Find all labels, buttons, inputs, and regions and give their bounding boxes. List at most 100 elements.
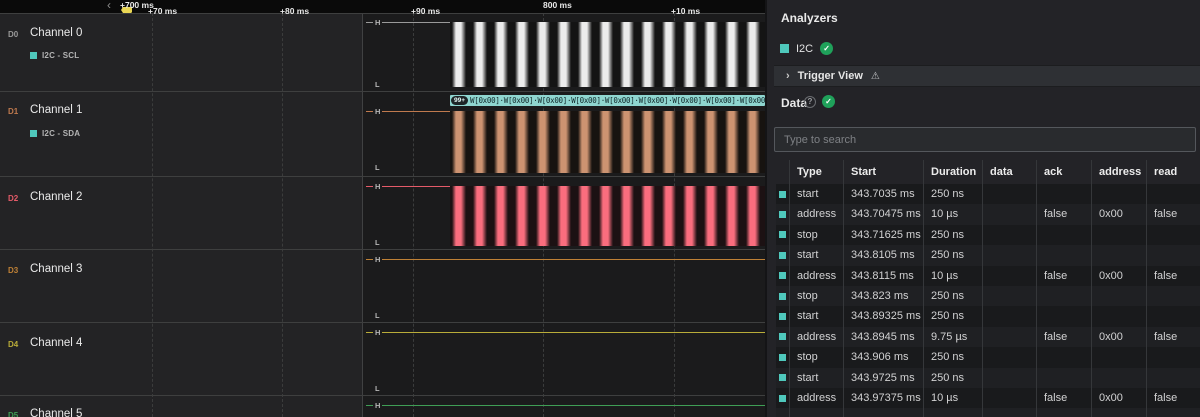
cell-start: 343.906 ms	[844, 347, 924, 367]
cell-ack: false	[1037, 266, 1092, 286]
high-level-marker: H	[373, 182, 382, 191]
channel-row-4[interactable]: D4 Channel 4 H L	[0, 322, 765, 395]
header-icon-column	[776, 160, 790, 184]
cell-address	[1092, 408, 1147, 417]
table-row[interactable]: start343.89325 ms250 ns	[776, 306, 1200, 326]
cell-ack	[1037, 368, 1092, 388]
table-row[interactable]: stop343.823 ms250 ns	[776, 286, 1200, 306]
help-icon[interactable]: ?	[804, 96, 816, 108]
cell-read: false	[1147, 327, 1200, 347]
channel-name[interactable]: Channel 0	[30, 27, 82, 39]
cell-address: 0x00	[1092, 388, 1147, 408]
channel-row-3[interactable]: D3 Channel 3 H L	[0, 249, 765, 322]
channel-name[interactable]: Channel 1	[30, 104, 82, 116]
cell-read	[1147, 306, 1200, 326]
annotation-text: W[0x00]·W[0x00]·W[0x00]·W[0x00]·W[0x00]·…	[470, 96, 765, 105]
cell-type: address	[790, 388, 844, 408]
row-icon-cell	[776, 347, 790, 367]
channel-name[interactable]: Channel 4	[30, 337, 82, 349]
cell-ack	[1037, 225, 1092, 245]
cell-duration: 250 ns	[924, 286, 983, 306]
analyzer-tag-label: I2C - SDA	[42, 129, 80, 138]
cell-read: false	[1147, 266, 1200, 286]
channel-row-5[interactable]: D5 Channel 5 H	[0, 395, 765, 417]
cell-ack: false	[1037, 388, 1092, 408]
analyzer-tag-label: I2C - SCL	[42, 51, 79, 60]
channel-row-0[interactable]: D0 Channel 0 I2C - SCL H L	[0, 13, 765, 91]
cell-start: 343.9725 ms	[844, 368, 924, 388]
cell-type: address	[790, 204, 844, 224]
col-type: Type	[790, 160, 844, 184]
row-color-chip	[779, 231, 786, 238]
channel-name[interactable]: Channel 5	[30, 408, 82, 417]
channel-id: D1	[8, 107, 18, 116]
table-row[interactable]: address343.97375 ms10 µsfalse0x00false	[776, 388, 1200, 408]
analyzers-panel: Analyzers I2C ✓ › Trigger View ⚠ Data ? …	[765, 0, 1200, 417]
table-row[interactable]: address343.8945 ms9.75 µsfalse0x00false	[776, 327, 1200, 347]
cell-type: stop	[790, 347, 844, 367]
cell-type: address	[790, 327, 844, 347]
table-row[interactable]: stop343.906 ms250 ns	[776, 347, 1200, 367]
ruler-tick-label: +70 ms	[148, 6, 177, 16]
ruler-tick-label: 800 ms	[543, 0, 572, 10]
search-input[interactable]	[774, 127, 1196, 152]
signal-high-line	[366, 332, 765, 333]
cell-type	[790, 408, 844, 417]
cell-ack: false	[1037, 204, 1092, 224]
cell-address: 0x00	[1092, 266, 1147, 286]
analyzer-tag[interactable]: I2C - SCL	[30, 51, 79, 60]
row-icon-cell	[776, 388, 790, 408]
cell-address	[1092, 225, 1147, 245]
cell-start: 343.97375 ms	[844, 388, 924, 408]
cell-address	[1092, 368, 1147, 388]
table-row[interactable]	[776, 408, 1200, 417]
cell-type: stop	[790, 286, 844, 306]
waveform-section[interactable]: ‹ +700 ms800 ms +70 ms+80 ms+90 ms+10 ms…	[0, 0, 765, 417]
col-data: data	[983, 160, 1037, 184]
high-level-marker: H	[373, 18, 382, 27]
cell-data	[983, 368, 1037, 388]
signal-high-line	[366, 405, 765, 406]
cell-duration: 10 µs	[924, 204, 983, 224]
high-level-marker: H	[373, 107, 382, 116]
collapse-panel-icon[interactable]: ‹	[107, 0, 111, 12]
table-row[interactable]: address343.8115 ms10 µsfalse0x00false	[776, 266, 1200, 286]
timeline-ruler[interactable]: ‹ +700 ms800 ms +70 ms+80 ms+90 ms+10 ms	[0, 0, 765, 13]
row-icon-cell	[776, 225, 790, 245]
col-duration: Duration	[924, 160, 983, 184]
table-row[interactable]: start343.8105 ms250 ns	[776, 245, 1200, 265]
data-section-icons: ? ✓	[804, 95, 835, 108]
cell-type: start	[790, 306, 844, 326]
cell-address: 0x00	[1092, 204, 1147, 224]
cell-read	[1147, 225, 1200, 245]
row-color-chip	[779, 333, 786, 340]
cell-data	[983, 388, 1037, 408]
cell-type: start	[790, 245, 844, 265]
channel-row-2[interactable]: D2 Channel 2 H L	[0, 176, 765, 249]
row-icon-cell	[776, 306, 790, 326]
analyzer-item-i2c[interactable]: I2C ✓	[780, 42, 833, 55]
i2c-annotation-bar[interactable]: 99+ W[0x00]·W[0x00]·W[0x00]·W[0x00]·W[0x…	[450, 95, 765, 106]
channel-name[interactable]: Channel 3	[30, 263, 82, 275]
channel-name[interactable]: Channel 2	[30, 191, 82, 203]
cell-ack: false	[1037, 327, 1092, 347]
cell-start: 343.823 ms	[844, 286, 924, 306]
cell-start: 343.8945 ms	[844, 327, 924, 347]
cell-ack	[1037, 306, 1092, 326]
row-icon-cell	[776, 368, 790, 388]
analyzers-title: Analyzers	[781, 11, 838, 25]
cell-ack	[1037, 286, 1092, 306]
cell-data	[983, 347, 1037, 367]
row-icon-cell	[776, 408, 790, 417]
high-level-marker: H	[373, 255, 382, 264]
analyzer-tag[interactable]: I2C - SDA	[30, 129, 80, 138]
table-row[interactable]: start343.9725 ms250 ns	[776, 368, 1200, 388]
table-row[interactable]: stop343.71625 ms250 ns	[776, 225, 1200, 245]
row-icon-cell	[776, 245, 790, 265]
channel-row-1[interactable]: D1 Channel 1 I2C - SDA 99+ W[0x00]·W[0x0…	[0, 91, 765, 176]
trigger-view-expander[interactable]: › Trigger View ⚠	[774, 65, 1200, 87]
table-row[interactable]: address343.70475 ms10 µsfalse0x00false	[776, 204, 1200, 224]
cell-address	[1092, 245, 1147, 265]
table-row[interactable]: start343.7035 ms250 ns	[776, 184, 1200, 204]
channel-id: D3	[8, 266, 18, 275]
